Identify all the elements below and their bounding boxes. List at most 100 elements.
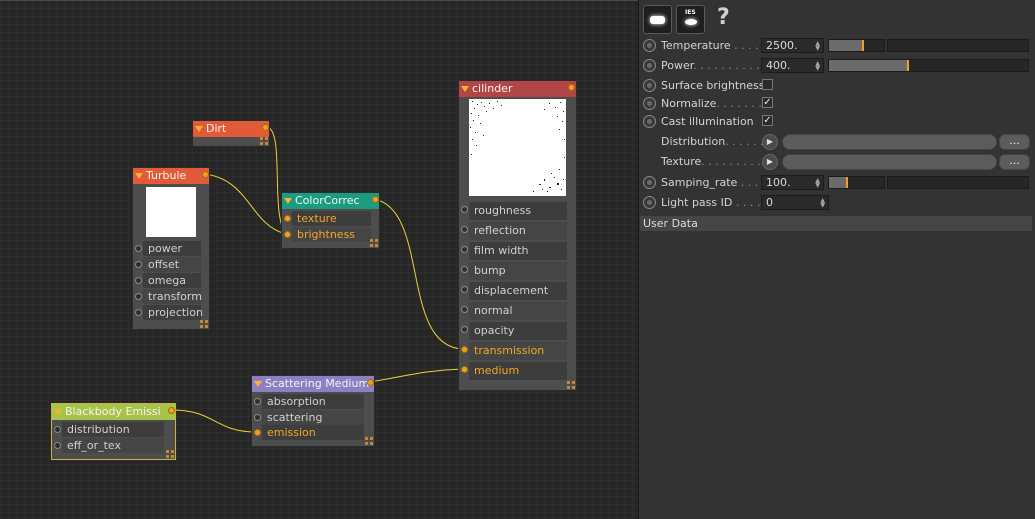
collapse-triangle-icon[interactable] [284,198,292,204]
port-texture[interactable] [284,215,291,222]
node-scattering-medium-header[interactable]: Scattering Medium [252,376,374,392]
collapse-triangle-icon[interactable] [195,126,203,132]
node-turbule-header[interactable]: Turbule [133,168,209,184]
node-color-correct-header[interactable]: ColorCorrec [282,193,379,209]
input-emission: emission [262,425,364,440]
collapse-triangle-icon[interactable] [54,409,62,415]
blackbody-output-port[interactable] [168,407,175,414]
scattering-medium-output-port[interactable] [367,379,374,386]
spin-arrows-icon[interactable]: ▲ ▼ [815,61,820,72]
light-pass-id-label-text: Light pass ID [661,196,733,209]
texture-link-field[interactable] [782,154,997,170]
node-resize-handle[interactable] [166,450,174,458]
play-arrow-icon[interactable]: ▶ [762,154,778,170]
input-projection: projection [143,305,203,320]
node-dirt[interactable]: Dirt [192,120,270,147]
node-resize-handle[interactable] [365,437,373,445]
node-dirt-title: Dirt [206,122,227,135]
samping-rate-slider[interactable] [828,176,885,189]
port-eff-or-tex[interactable] [54,442,61,449]
play-arrow-icon[interactable]: ▶ [762,134,778,150]
port-scattering[interactable] [254,414,261,421]
surface-brightness-checkbox[interactable] [762,79,773,90]
port-power[interactable] [135,245,142,252]
ies-light-button[interactable]: IES [676,5,705,34]
port-transform[interactable] [135,293,142,300]
input-brightness: brightness [292,227,371,242]
distribution-link-field[interactable] [782,134,997,150]
slider-marker [862,40,864,51]
help-icon[interactable]: ? [717,4,730,32]
node-editor-canvas[interactable]: Dirt Turbule power offset omega transfor… [0,0,639,519]
port-offset[interactable] [135,261,142,268]
spin-arrows-icon[interactable]: ▲ ▼ [815,41,820,52]
power-dots: . . . . . . . . . . . [693,59,767,72]
keyframe-toggle[interactable] [643,97,656,110]
node-blackbody-header[interactable]: Blackbody Emissi [52,404,175,420]
input-reflection: reflection [469,222,567,240]
samping-rate-slider-track[interactable] [887,176,1029,189]
cilinder-output-port[interactable] [568,84,575,91]
keyframe-toggle[interactable] [643,59,656,72]
port-brightness[interactable] [284,231,291,238]
attr-temperature: Temperature . . . . . 2500. ▲ ▼ [639,37,1035,55]
port-absorption[interactable] [254,398,261,405]
samping-rate-label: Samping_rate . . . . [661,176,765,189]
spin-arrows-icon[interactable]: ▲ ▼ [815,178,820,189]
color-correct-output-port[interactable] [372,196,379,203]
temperature-slider-track[interactable] [887,39,1029,52]
collapse-triangle-icon[interactable] [461,86,469,92]
node-color-correct[interactable]: ColorCorrec texture brightness [281,192,380,249]
keyframe-toggle[interactable] [643,115,656,128]
port-projection[interactable] [135,309,142,316]
light-pass-id-input[interactable]: 0 ▲ ▼ [761,195,829,210]
normalize-checkbox[interactable]: ✓ [762,97,773,108]
input-omega: omega [143,273,201,288]
collapse-triangle-icon[interactable] [135,173,143,179]
port-normal[interactable] [461,306,468,313]
port-distribution[interactable] [54,426,61,433]
samping-rate-input[interactable]: 100. ▲ ▼ [761,175,824,190]
node-cilinder[interactable]: cilinder roughness reflection film width… [458,80,577,391]
input-medium: medium [469,362,567,380]
node-dirt-header[interactable]: Dirt [193,121,269,137]
port-displacement[interactable] [461,286,468,293]
user-data-group-header[interactable]: User Data [640,216,1032,231]
port-medium[interactable] [461,366,468,373]
keyframe-toggle[interactable] [643,79,656,92]
node-resize-handle[interactable] [567,381,575,389]
keyframe-toggle[interactable] [643,176,656,189]
node-resize-handle[interactable] [370,239,378,247]
node-turbule[interactable]: Turbule power offset omega transform pro… [132,167,210,330]
keyframe-toggle[interactable] [643,196,656,209]
node-scattering-medium[interactable]: Scattering Medium absorption scattering … [251,375,375,447]
power-input[interactable]: 400. ▲ ▼ [761,58,824,73]
port-opacity[interactable] [461,326,468,333]
input-displacement: displacement [469,282,567,300]
node-blackbody-emission[interactable]: Blackbody Emissi distribution eff_or_tex [51,403,176,460]
port-omega[interactable] [135,277,142,284]
attr-cast-illumination: Cast illumination ✓ [639,113,1035,131]
dirt-output-port[interactable] [262,124,269,131]
node-resize-handle[interactable] [260,137,268,145]
keyframe-toggle[interactable] [643,39,656,52]
temperature-input[interactable]: 2500. ▲ ▼ [761,38,824,53]
port-emission[interactable] [254,429,261,436]
texture-more-button[interactable]: ... [999,154,1030,170]
spin-arrows-icon[interactable]: ▲ ▼ [820,198,825,209]
turbule-output-port[interactable] [202,171,209,178]
port-film-width[interactable] [461,246,468,253]
power-slider[interactable] [828,59,1029,72]
port-reflection[interactable] [461,226,468,233]
temperature-slider[interactable] [828,39,885,52]
port-roughness[interactable] [461,206,468,213]
light-shape-button[interactable] [643,5,672,34]
power-label: Power. . . . . . . . . . . [661,59,767,72]
node-cilinder-header[interactable]: cilinder [459,81,576,97]
distribution-more-button[interactable]: ... [999,134,1030,150]
port-transmission[interactable] [461,346,468,353]
cast-illumination-checkbox[interactable]: ✓ [762,115,773,126]
port-bump[interactable] [461,266,468,273]
node-resize-handle[interactable] [200,320,208,328]
collapse-triangle-icon[interactable] [254,381,262,387]
